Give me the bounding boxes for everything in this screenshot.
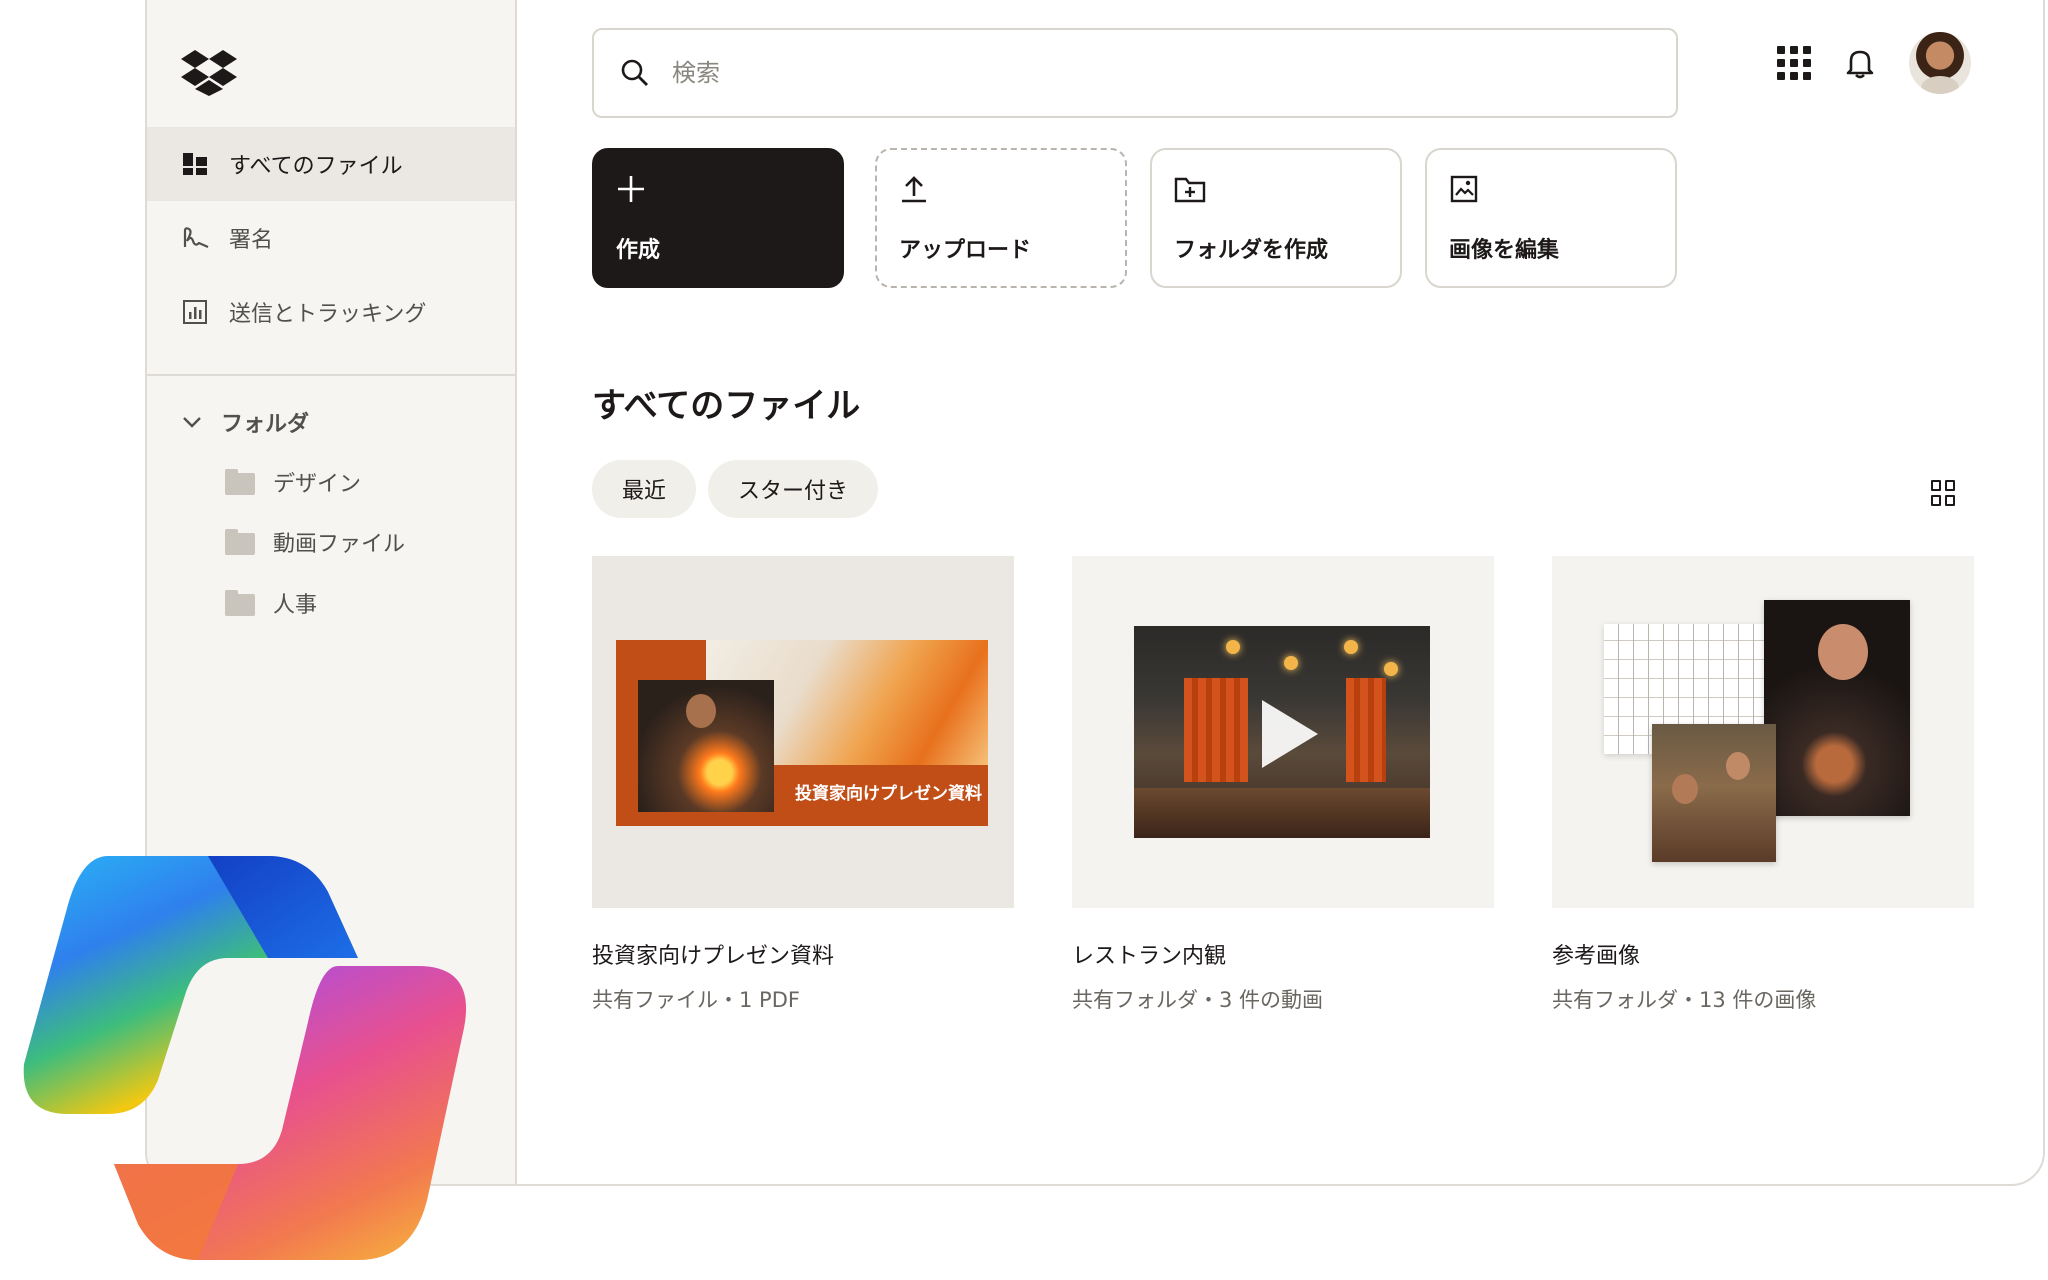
- folder-label: 動画ファイル: [273, 532, 406, 557]
- folder-icon: [225, 469, 255, 495]
- bell-icon[interactable]: [1843, 46, 1877, 80]
- file-card-reference-images[interactable]: 参考画像 共有フォルダ・13 件の画像: [1552, 556, 1974, 1014]
- file-card-pitch-deck[interactable]: 投資家向けプレゼン資料 投資家向けプレゼン資料 共有ファイル・1 PDF: [592, 556, 1014, 1014]
- slide-caption: 投資家向けプレゼン資料: [795, 784, 982, 804]
- image-edit-icon: [1449, 172, 1483, 206]
- curtain-graphic: [1346, 678, 1386, 782]
- card-subtitle: 共有ファイル・1 PDF: [592, 988, 800, 1012]
- signature-icon: [181, 224, 209, 252]
- page-title: すべてのファイル: [592, 386, 861, 426]
- sidebar-item-signature[interactable]: 署名: [147, 201, 515, 275]
- folders-heading: フォルダ: [221, 412, 310, 437]
- files-icon: [181, 150, 209, 178]
- sidebar-folder-hr[interactable]: 人事: [225, 587, 317, 619]
- file-thumbnail: 投資家向けプレゼン資料: [592, 556, 1014, 908]
- file-thumbnail: [1552, 556, 1974, 908]
- chef-photo: [638, 680, 774, 812]
- edit-image-label: 画像を編集: [1449, 238, 1560, 263]
- top-toolbar: [1777, 32, 1971, 94]
- curtain-graphic: [1184, 678, 1248, 782]
- create-folder-button[interactable]: フォルダを作成: [1150, 148, 1402, 288]
- sidebar-folder-videos[interactable]: 動画ファイル: [225, 526, 405, 558]
- lamp-graphic: [1344, 640, 1358, 654]
- file-card-restaurant[interactable]: レストラン内観 共有フォルダ・3 件の動画: [1072, 556, 1494, 1014]
- create-folder-label: フォルダを作成: [1174, 238, 1329, 263]
- avatar[interactable]: [1909, 32, 1971, 94]
- folder-label: 人事: [273, 593, 318, 618]
- plating-photo: [1764, 600, 1910, 816]
- upload-button[interactable]: アップロード: [875, 148, 1127, 288]
- chevron-down-icon: [183, 417, 201, 428]
- card-subtitle: 共有フォルダ・13 件の画像: [1552, 988, 1817, 1012]
- copilot-logo-icon: [23, 856, 467, 1260]
- app-grid-icon[interactable]: [1777, 46, 1811, 80]
- upload-icon: [899, 172, 933, 206]
- create-button-label: 作成: [616, 238, 661, 263]
- lamp-graphic: [1384, 662, 1398, 676]
- edit-image-button[interactable]: 画像を編集: [1425, 148, 1677, 288]
- card-title: 参考画像: [1552, 944, 1641, 969]
- diners-photo: [1652, 724, 1776, 862]
- search-bar[interactable]: [592, 28, 1678, 118]
- sidebar-item-label: すべてのファイル: [229, 154, 403, 179]
- dropbox-logo-icon[interactable]: [181, 48, 237, 96]
- play-icon[interactable]: [1262, 700, 1318, 768]
- search-input[interactable]: [672, 59, 1572, 87]
- video-preview: [1134, 626, 1430, 838]
- folder-icon: [225, 590, 255, 616]
- sidebar-item-label: 送信とトラッキング: [229, 302, 427, 327]
- slide-preview: 投資家向けプレゼン資料: [616, 640, 988, 826]
- file-thumbnail: [1072, 556, 1494, 908]
- folder-label: デザイン: [273, 472, 362, 497]
- folders-toggle[interactable]: フォルダ: [181, 406, 309, 438]
- chart-icon: [181, 298, 209, 326]
- search-icon: [621, 59, 648, 86]
- filter-chip-recent[interactable]: 最近: [592, 460, 697, 518]
- card-title: 投資家向けプレゼン資料: [592, 944, 835, 969]
- sidebar-folder-design[interactable]: デザイン: [225, 466, 361, 498]
- folder-plus-icon: [1174, 172, 1208, 206]
- lamp-graphic: [1226, 640, 1240, 654]
- create-button[interactable]: 作成: [592, 148, 844, 288]
- sidebar-item-all-files[interactable]: すべてのファイル: [147, 127, 515, 201]
- sidebar-item-label: 署名: [229, 228, 274, 253]
- card-subtitle: 共有フォルダ・3 件の動画: [1072, 988, 1324, 1012]
- tables-graphic: [1134, 788, 1430, 838]
- grid-view-icon[interactable]: [1931, 480, 1957, 506]
- lamp-graphic: [1284, 656, 1298, 670]
- upload-button-label: アップロード: [899, 238, 1032, 263]
- sidebar-divider: [147, 374, 515, 376]
- filter-chip-starred[interactable]: スター付き: [708, 460, 879, 518]
- sidebar-item-send-track[interactable]: 送信とトラッキング: [147, 275, 515, 349]
- folder-icon: [225, 529, 255, 555]
- card-title: レストラン内観: [1072, 944, 1227, 969]
- plus-icon: [616, 172, 650, 206]
